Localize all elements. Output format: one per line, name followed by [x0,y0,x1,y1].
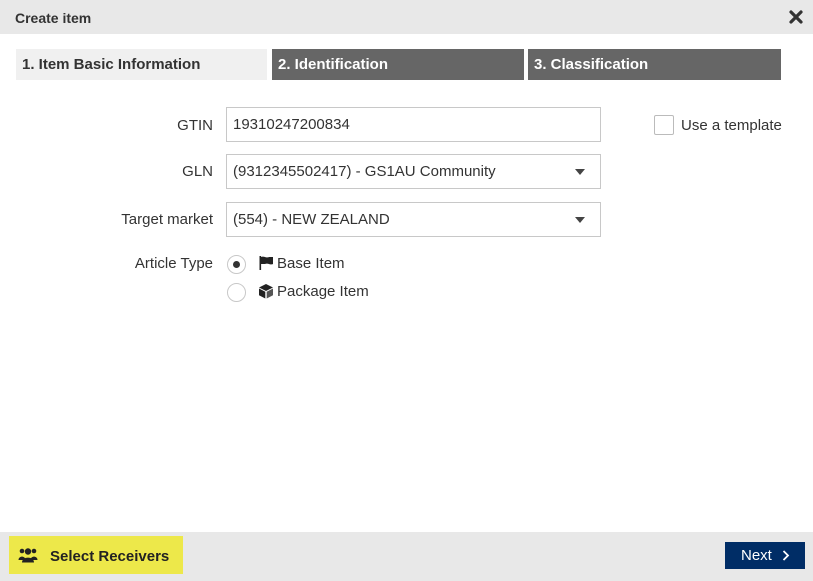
chevron-right-icon [782,550,790,561]
target-market-value: (554) - NEW ZEALAND [233,211,390,228]
radio-package-item[interactable] [227,283,246,302]
dialog-title: Create item [15,10,92,26]
gln-label: GLN [182,163,213,180]
target-market-label: Target market [121,211,213,228]
flag-icon [259,256,273,270]
tab-classification[interactable]: 3. Classification [528,49,781,80]
next-button[interactable]: Next [725,542,805,569]
target-market-select[interactable]: (554) - NEW ZEALAND [226,202,601,237]
users-icon [18,548,38,563]
use-template-checkbox[interactable] [654,115,674,135]
close-icon[interactable] [788,9,804,25]
gtin-label: GTIN [177,117,213,134]
base-item-label: Base Item [277,255,345,272]
package-item-label: Package Item [277,283,369,300]
tab-item-basic-information[interactable]: 1. Item Basic Information [16,49,267,80]
use-template-label: Use a template [681,117,782,134]
radio-base-item[interactable] [227,255,246,274]
tab-identification[interactable]: 2. Identification [272,49,524,80]
select-receivers-button[interactable]: Select Receivers [9,536,183,574]
article-type-label: Article Type [134,255,213,272]
package-icon [259,284,273,299]
gln-value: (9312345502417) - GS1AU Community [233,163,496,180]
gtin-input[interactable] [226,107,601,142]
select-receivers-label: Select Receivers [50,548,170,565]
chevron-down-icon [575,217,585,223]
next-label: Next [741,547,772,564]
chevron-down-icon [575,169,585,175]
dialog-titlebar: Create item [0,0,813,34]
gln-select[interactable]: (9312345502417) - GS1AU Community [226,154,601,189]
